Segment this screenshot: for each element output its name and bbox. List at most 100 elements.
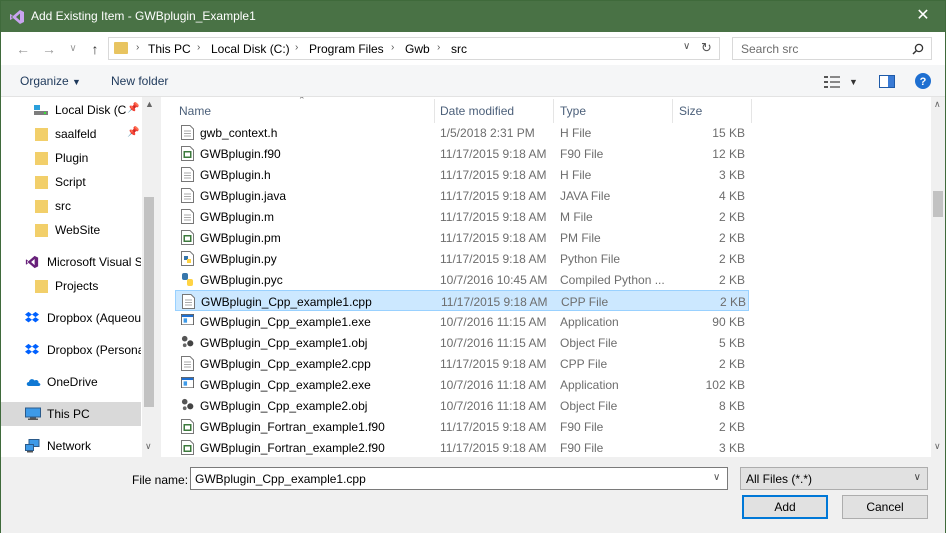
breadcrumb-gwb[interactable]: Gwb: [405, 42, 430, 56]
file-type: Application: [560, 315, 619, 329]
pin-icon[interactable]: 📌: [127, 127, 139, 138]
sidebar-item-visual-studio[interactable]: Microsoft Visual S: [1, 251, 141, 273]
add-button[interactable]: Add: [742, 495, 828, 519]
file-date-modified: 11/17/2015 9:18 AM: [440, 441, 547, 455]
address-bar[interactable]: › This PC › Local Disk (C:) › Program Fi…: [108, 37, 720, 60]
breadcrumb-this-pc[interactable]: This PC: [148, 42, 191, 56]
file-type: F90 File: [560, 420, 604, 434]
file-row[interactable]: GWBplugin.pyc 10/7/2016 10:45 AM Compiled …: [175, 269, 749, 290]
new-folder-button[interactable]: New folder: [111, 74, 168, 88]
file-row[interactable]: GWBplugin.f90 11/17/2015 9:18 AM F90 File 1…: [175, 143, 749, 164]
up-arrow-icon[interactable]: ↑: [85, 40, 105, 58]
file-date-modified: 11/17/2015 9:18 AM: [441, 295, 548, 309]
file-list-scroll-thumb[interactable]: [933, 191, 943, 217]
scroll-up-arrow-icon[interactable]: ▲: [145, 99, 154, 109]
fortran-file-icon: [181, 146, 194, 161]
address-dropdown-icon[interactable]: ∨: [683, 41, 690, 52]
view-options-chevron-icon[interactable]: ▼: [849, 77, 858, 87]
text-file-icon: [182, 294, 195, 309]
sidebar-item-saalfeld[interactable]: saalfeld 📌: [1, 123, 141, 145]
breadcrumb-separator-icon[interactable]: ›: [391, 42, 394, 53]
column-divider[interactable]: [553, 99, 554, 123]
column-header-name[interactable]: Name: [179, 104, 211, 118]
breadcrumb-separator-icon[interactable]: ›: [437, 42, 440, 53]
file-type-filter-select[interactable]: All Files (*.*) ∨: [740, 467, 928, 490]
sidebar-item-local-disk[interactable]: Local Disk (C: 📌: [1, 99, 141, 121]
scroll-down-arrow-icon[interactable]: ∨: [145, 441, 152, 452]
sidebar-item-dropbox-aqueous[interactable]: Dropbox (Aqueou: [1, 307, 141, 329]
organize-label: Organize: [20, 74, 69, 88]
close-button[interactable]: ✕: [909, 5, 937, 27]
sidebar-item-projects[interactable]: Projects: [1, 275, 141, 297]
sidebar-item-network[interactable]: Network: [1, 435, 141, 457]
file-row[interactable]: GWBplugin_Fortran_example1.f90 11/17/2015…: [175, 416, 749, 437]
column-divider[interactable]: [434, 99, 435, 123]
sidebar-item-script[interactable]: Script: [1, 171, 141, 193]
cancel-button[interactable]: Cancel: [842, 495, 928, 519]
pin-icon[interactable]: 📌: [127, 103, 139, 114]
file-row[interactable]: GWBplugin.m 11/17/2015 9:18 AM M File 2 KB: [175, 206, 749, 227]
sidebar-scroll-thumb[interactable]: [144, 197, 154, 407]
column-divider[interactable]: [751, 99, 752, 123]
application-icon: [181, 377, 194, 392]
breadcrumb-local-disk[interactable]: Local Disk (C:): [211, 42, 290, 56]
sidebar-item-plugin[interactable]: Plugin: [1, 147, 141, 169]
chevron-down-icon: ▼: [72, 77, 81, 87]
recent-locations-chevron-icon[interactable]: ∨: [63, 40, 83, 58]
refresh-icon[interactable]: ↻: [701, 40, 712, 56]
scroll-up-arrow-icon[interactable]: ∧: [934, 99, 941, 110]
file-date-modified: 10/7/2016 11:15 AM: [440, 315, 547, 329]
forward-arrow-icon[interactable]: →: [39, 40, 59, 58]
file-type-filter-value: All Files (*.*): [746, 472, 813, 486]
sidebar-item-src[interactable]: src: [1, 195, 141, 217]
sidebar-scrollbar[interactable]: ▲ ∨: [142, 97, 156, 457]
breadcrumb-separator-icon[interactable]: ›: [136, 42, 139, 53]
file-row[interactable]: GWBplugin_Cpp_example1.exe 10/7/2016 11:1…: [175, 311, 749, 332]
back-arrow-icon[interactable]: ←: [13, 40, 33, 58]
file-row[interactable]: GWBplugin.pm 11/17/2015 9:18 AM PM File 2 K…: [175, 227, 749, 248]
file-date-modified: 10/7/2016 11:18 AM: [440, 378, 547, 392]
scroll-down-arrow-icon[interactable]: ∨: [934, 441, 941, 452]
column-header-type[interactable]: Type: [560, 104, 586, 118]
breadcrumb-src[interactable]: src: [451, 42, 467, 56]
file-row[interactable]: GWBplugin_Cpp_example1.obj 10/7/2016 11:1…: [175, 332, 749, 353]
file-row[interactable]: GWBplugin_Cpp_example2.exe 10/7/2016 11:1…: [175, 374, 749, 395]
file-name: gwb_context.h: [200, 126, 278, 140]
search-box[interactable]: Search src: [732, 37, 932, 60]
sidebar-item-this-pc[interactable]: This PC: [1, 402, 141, 426]
help-icon[interactable]: ?: [915, 73, 931, 89]
file-name: GWBplugin_Cpp_example1.cpp: [201, 295, 372, 309]
organize-button[interactable]: Organize ▼: [20, 74, 81, 88]
file-name: GWBplugin.f90: [200, 147, 281, 161]
file-name-input[interactable]: [190, 467, 728, 490]
file-row[interactable]: GWBplugin_Cpp_example2.obj 10/7/2016 11:1…: [175, 395, 749, 416]
file-name: GWBplugin_Fortran_example1.f90: [200, 420, 385, 434]
sidebar-item-label: Microsoft Visual S: [47, 255, 141, 269]
file-name: GWBplugin_Cpp_example2.obj: [200, 399, 368, 413]
file-row[interactable]: GWBplugin.java 11/17/2015 9:18 AM JAVA Fil…: [175, 185, 749, 206]
file-row[interactable]: GWBplugin.h 11/17/2015 9:18 AM H File 3 KB: [175, 164, 749, 185]
breadcrumb-program-files[interactable]: Program Files: [309, 42, 384, 56]
breadcrumb-separator-icon[interactable]: ›: [295, 42, 298, 53]
sidebar-item-website[interactable]: WebSite: [1, 219, 141, 241]
file-row[interactable]: GWBplugin_Fortran_example2.f90 11/17/2015…: [175, 437, 749, 457]
folder-icon: [35, 200, 48, 213]
file-list-scrollbar[interactable]: ∧ ∨: [931, 97, 945, 457]
preview-pane-icon[interactable]: [879, 75, 895, 88]
file-row[interactable]: GWBplugin_Cpp_example2.cpp 11/17/2015 9:1…: [175, 353, 749, 374]
file-type: F90 File: [560, 147, 604, 161]
file-row[interactable]: GWBplugin.py 11/17/2015 9:18 AM Python Fil…: [175, 248, 749, 269]
file-row[interactable]: gwb_context.h 1/5/2018 2:31 PM H File 15 KB: [175, 122, 749, 143]
file-size: 2 KB: [718, 252, 745, 266]
column-header-size[interactable]: Size: [679, 104, 702, 118]
column-divider[interactable]: [672, 99, 673, 123]
sidebar-item-onedrive[interactable]: OneDrive: [1, 371, 141, 393]
sidebar-item-dropbox-personal[interactable]: Dropbox (Persona: [1, 339, 141, 361]
navigation-pane: Local Disk (C: 📌 saalfeld 📌 Plugin Scrip…: [1, 97, 156, 457]
column-header-date[interactable]: Date modified: [440, 104, 514, 118]
add-existing-item-dialog: Add Existing Item - GWBplugin_Example1 ✕…: [0, 0, 946, 533]
file-row[interactable]: GWBplugin_Cpp_example1.cpp 11/17/2015 9:1…: [175, 290, 749, 311]
view-details-icon[interactable]: [824, 76, 840, 88]
drive-icon: [34, 105, 48, 115]
breadcrumb-separator-icon[interactable]: ›: [197, 42, 200, 53]
